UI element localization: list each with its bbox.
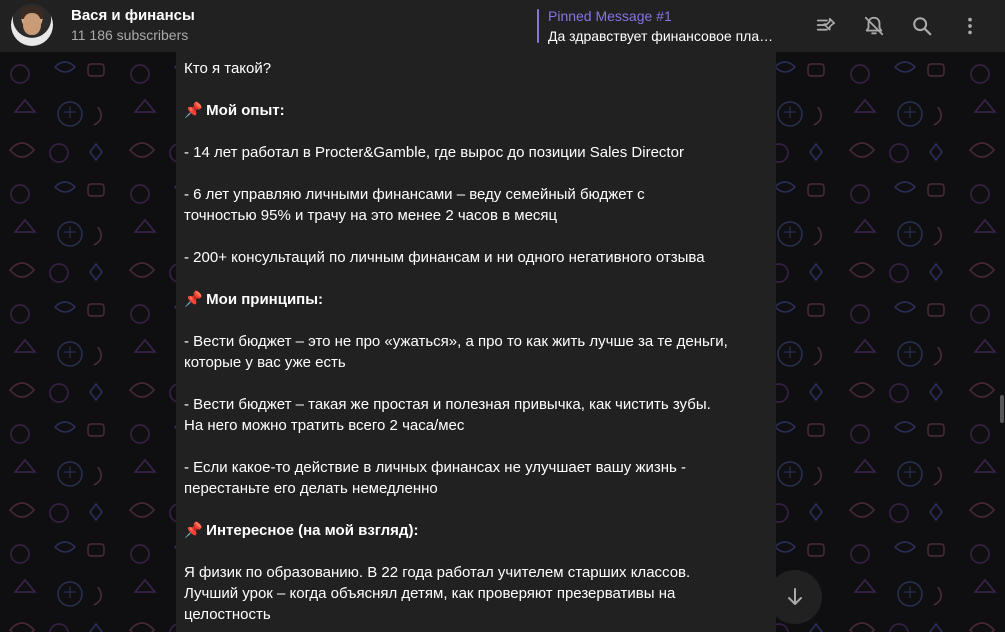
message-line: целостность (184, 606, 271, 623)
arrow-down-icon (788, 588, 802, 605)
more-button[interactable] (954, 10, 986, 42)
section-heading-experience: 📌 Мой опыт: (184, 100, 768, 121)
mute-icon (864, 16, 884, 36)
pinned-list-icon (816, 17, 836, 31)
message-line: Я физик по образованию. В 22 года работа… (184, 564, 691, 581)
message-line: перестаньте его делать немедленно (184, 480, 438, 497)
mute-button[interactable] (858, 10, 890, 42)
message-bubble[interactable]: Кто я такой? 📌 Мой опыт: - 14 лет работа… (176, 52, 776, 632)
pushpin-icon: 📌 (184, 291, 203, 308)
section-heading-interesting: 📌 Интересное (на мой взгляд): (184, 520, 768, 541)
pinned-message-title: Pinned Message #1 (548, 8, 672, 24)
message-line: - Вести бюджет – такая же простая и поле… (184, 396, 711, 413)
message-line: - 6 лет управляю личными финансами – вед… (184, 186, 645, 203)
channel-title[interactable]: Вася и финансы (71, 7, 195, 24)
pushpin-icon: 📌 (184, 522, 203, 539)
message-line: На него можно тратить всего 2 часа/мес (184, 417, 465, 434)
avatar-face (23, 13, 41, 35)
chat-scrollbar[interactable] (1000, 395, 1004, 423)
message-line: - 200+ консультаций по личным финансам и… (184, 249, 705, 266)
heading-text: Мой опыт: (206, 102, 285, 119)
scroll-to-bottom-button[interactable] (768, 570, 822, 624)
message-line: которые у вас уже есть (184, 354, 346, 371)
heading-text: Мои принципы: (206, 291, 324, 308)
message-line: - Вести бюджет – это не про «ужаться», а… (184, 333, 728, 350)
heading-text: Интересное (на мой взгляд): (206, 522, 419, 539)
message-line: точностью 95% и трачу на это менее 2 час… (184, 207, 558, 224)
chat-header: Вася и финансы 11 186 subscribers Pinned… (0, 0, 1005, 52)
message-line: Лучший урок – когда объяснял детям, как … (184, 585, 676, 602)
subscriber-count: 11 186 subscribers (71, 27, 189, 43)
message-line: - 14 лет работал в Procter&Gamble, где в… (184, 144, 684, 161)
channel-avatar[interactable] (11, 4, 53, 46)
pinned-message-bar[interactable]: Pinned Message #1 Да здравствует финансо… (537, 8, 777, 44)
section-heading-principles: 📌 Мои принципы: (184, 289, 768, 310)
pinned-list-button[interactable] (810, 10, 842, 42)
pinned-message-text: Да здравствует финансовое план... (548, 28, 777, 44)
message-line: - Если какое-то действие в личных финанс… (184, 459, 686, 476)
telegram-window: Вася и финансы 11 186 subscribers Pinned… (0, 0, 1005, 632)
more-vertical-icon (968, 17, 972, 35)
message-line: Кто я такой? (184, 60, 272, 77)
search-icon (913, 17, 932, 36)
search-button[interactable] (906, 10, 938, 42)
pushpin-icon: 📌 (184, 102, 203, 119)
